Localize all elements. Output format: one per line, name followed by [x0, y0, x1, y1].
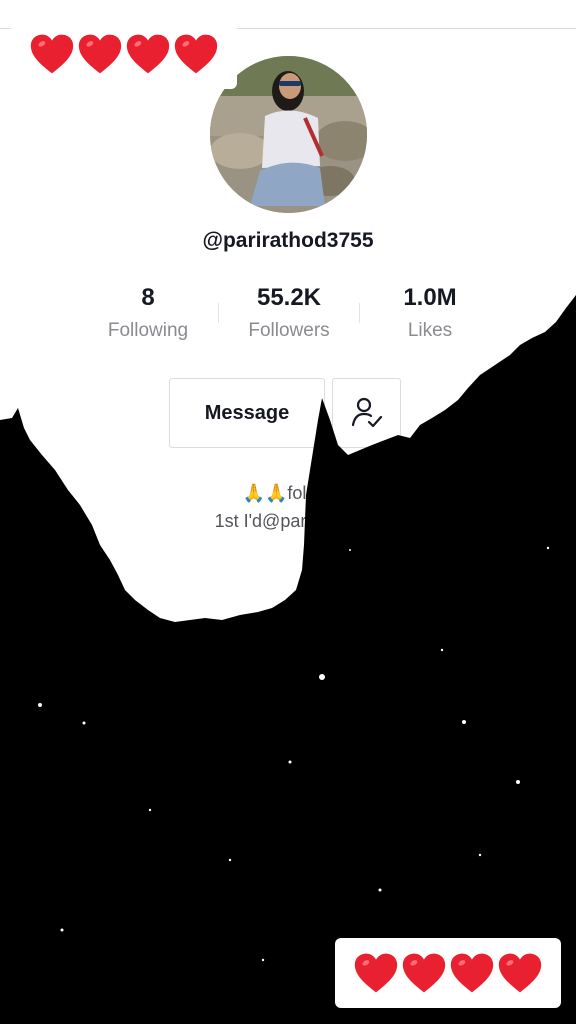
hearts-sticker-top-left [11, 19, 237, 89]
heart-icon [126, 34, 170, 74]
heart-icon [354, 953, 398, 993]
heart-icon [30, 34, 74, 74]
heart-icon [498, 953, 542, 993]
heart-icon [402, 953, 446, 993]
hearts-sticker-bottom-right [335, 938, 561, 1008]
heart-icon [450, 953, 494, 993]
heart-icon [78, 34, 122, 74]
ink-splash-overlay [0, 295, 576, 1024]
heart-icon [174, 34, 218, 74]
